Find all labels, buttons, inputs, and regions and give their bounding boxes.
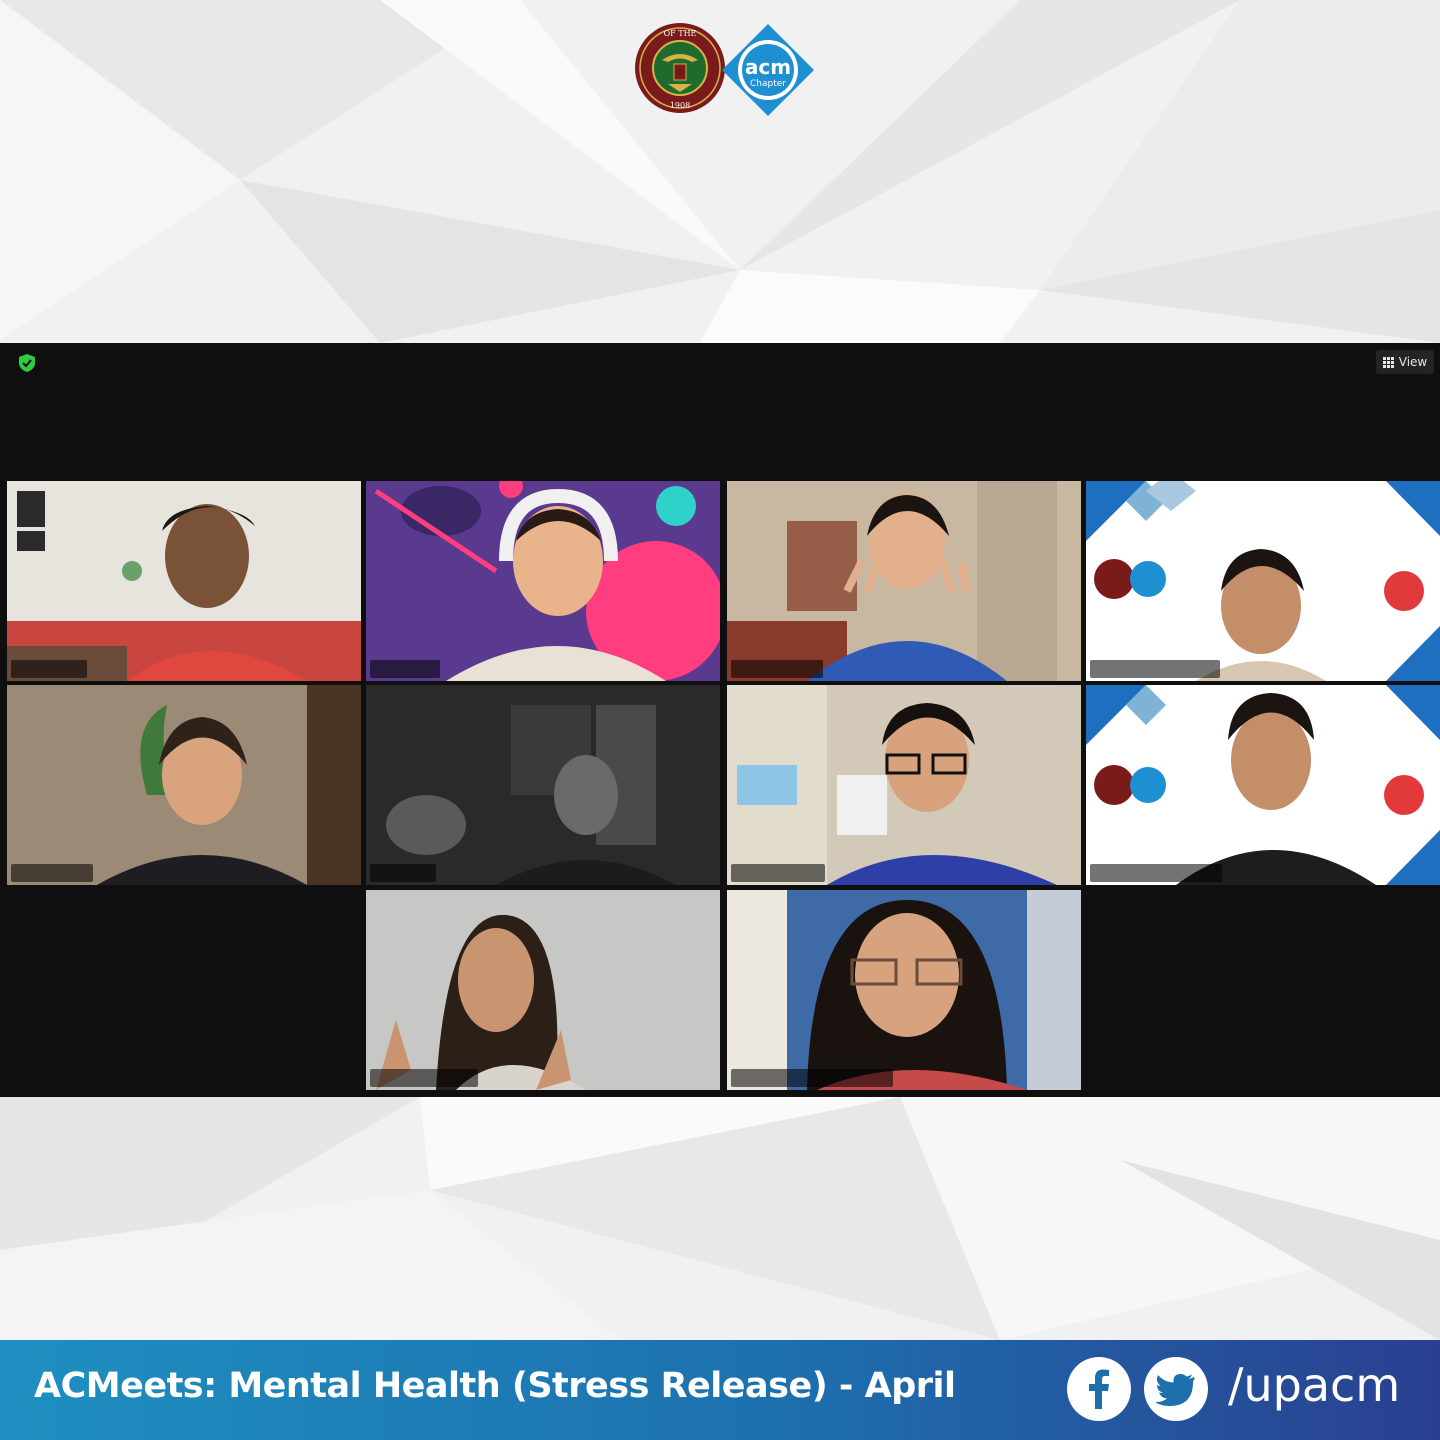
view-button[interactable]: View bbox=[1376, 350, 1434, 374]
acm-subtext: Chapter bbox=[750, 79, 786, 89]
participant-tile-10[interactable] bbox=[727, 890, 1081, 1090]
participant-tile-5[interactable] bbox=[7, 685, 361, 885]
participant-name-tag bbox=[11, 660, 87, 678]
participant-tile-7[interactable] bbox=[727, 685, 1081, 885]
participant-name-tag bbox=[370, 1069, 478, 1087]
up-seal-icon: OF THE 1908 bbox=[635, 23, 725, 113]
participant-name-tag bbox=[731, 660, 823, 678]
social-handle: /upacm bbox=[1228, 1358, 1401, 1412]
participant-name-tag bbox=[370, 864, 436, 882]
participant-name-tag bbox=[1090, 864, 1222, 882]
participant-tile-6[interactable] bbox=[366, 685, 720, 885]
participant-name-tag bbox=[1090, 660, 1220, 678]
participant-name-tag bbox=[731, 864, 825, 882]
footer-banner: ACMeets: Mental Health (Stress Release) … bbox=[0, 1340, 1440, 1440]
participant-tile-1[interactable] bbox=[7, 481, 361, 681]
participant-tile-8[interactable] bbox=[1086, 685, 1440, 885]
seal-year: 1908 bbox=[670, 101, 690, 110]
participant-tile-3[interactable] bbox=[727, 481, 1081, 681]
acm-text: acm bbox=[745, 55, 791, 79]
participant-name-tag bbox=[731, 1069, 893, 1087]
grid-icon bbox=[1382, 356, 1394, 368]
logo-group: OF THE 1908 acm Chapter bbox=[634, 22, 814, 118]
facebook-icon[interactable] bbox=[1067, 1357, 1131, 1421]
acm-chapter-logo: acm Chapter bbox=[722, 24, 814, 116]
participant-name-tag bbox=[370, 660, 440, 678]
participant-name-tag bbox=[11, 864, 93, 882]
shield-check-icon[interactable] bbox=[19, 354, 35, 372]
participant-tile-9[interactable] bbox=[366, 890, 720, 1090]
meeting-window: View bbox=[0, 343, 1440, 1097]
twitter-icon[interactable] bbox=[1144, 1357, 1208, 1421]
event-title: ACMeets: Mental Health (Stress Release) … bbox=[34, 1366, 956, 1406]
participant-tile-2[interactable] bbox=[366, 481, 720, 681]
view-button-label: View bbox=[1398, 355, 1428, 369]
participant-tile-4[interactable] bbox=[1086, 481, 1440, 681]
seal-text-top: OF THE bbox=[664, 29, 697, 38]
